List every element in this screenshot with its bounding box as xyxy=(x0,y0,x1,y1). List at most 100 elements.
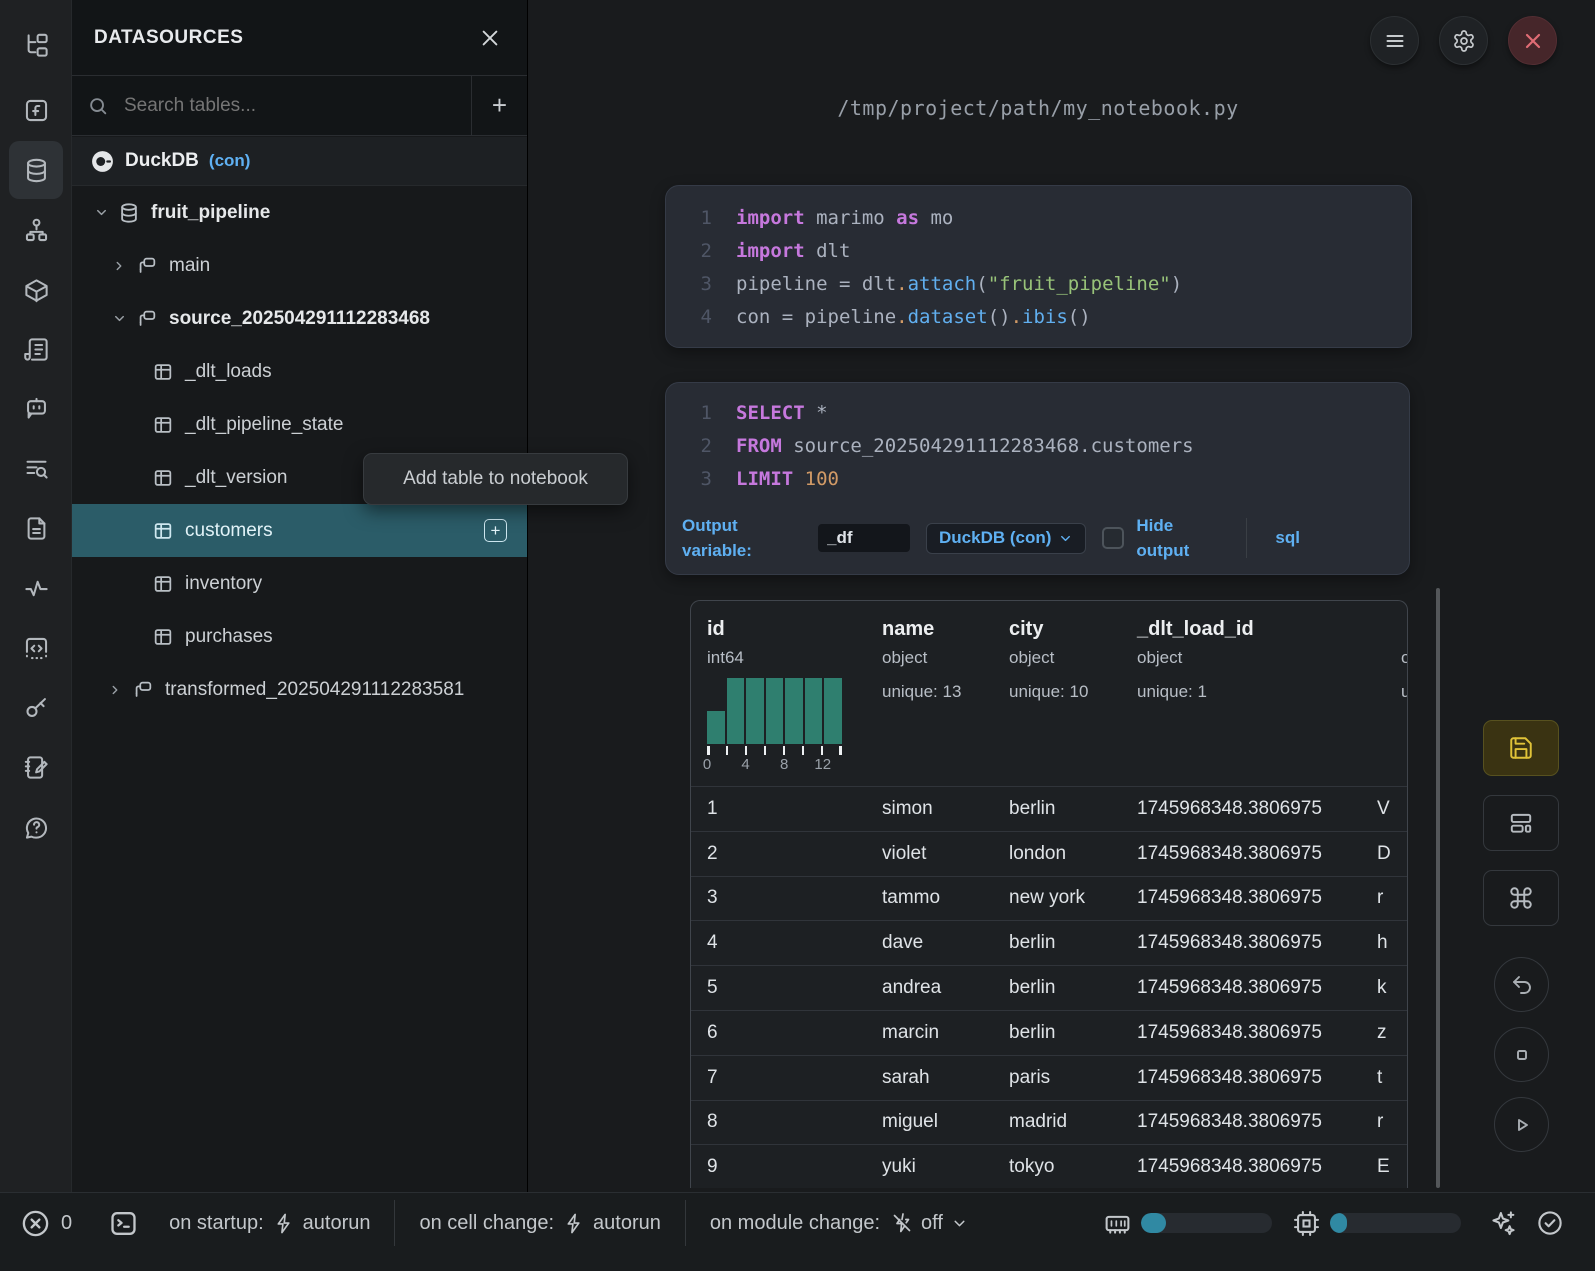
add-table-to-notebook-button[interactable]: + xyxy=(484,519,507,542)
settings-button[interactable] xyxy=(1439,16,1488,65)
errors-icon[interactable] xyxy=(20,1208,51,1239)
table-row[interactable]: 2violetlondon1745968348.3806975D xyxy=(691,831,1407,876)
output-variable-input[interactable] xyxy=(818,524,910,552)
zap-icon xyxy=(273,1212,296,1235)
panel-close-icon[interactable] xyxy=(475,23,505,53)
on-cell-change-setting[interactable]: on cell change: autorun xyxy=(419,1212,660,1235)
tree-table-purchases[interactable]: purchases xyxy=(72,610,527,663)
tree-table-dlt-pipeline-state[interactable]: _dlt_pipeline_state xyxy=(72,398,527,451)
table-row[interactable]: 4daveberlin1745968348.3806975h xyxy=(691,920,1407,965)
line-number: 2 xyxy=(666,435,712,457)
help-icon[interactable] xyxy=(16,807,56,847)
sql-cell-footer: Output variable: DuckDB (con) Hide outpu… xyxy=(666,509,1409,567)
table-search-row: + xyxy=(72,76,527,136)
chevron-right-icon xyxy=(104,683,126,697)
notebook-filename: /tmp/project/path/my_notebook.py xyxy=(528,96,1548,120)
undo-button[interactable] xyxy=(1494,957,1549,1012)
tree-database-fruit-pipeline[interactable]: fruit_pipeline xyxy=(72,186,527,239)
cpu-usage-fill xyxy=(1330,1213,1347,1233)
query-result-table[interactable]: id int64 04812 name object unique: 13 ci… xyxy=(690,600,1408,1188)
statusbar-divider xyxy=(394,1200,395,1246)
output-variable-label: Output variable: xyxy=(682,513,774,564)
line-number: 3 xyxy=(666,273,712,295)
tree-schema-source[interactable]: source_202504291112283468 xyxy=(72,292,527,345)
statusbar-divider xyxy=(685,1200,686,1246)
tracing-icon[interactable] xyxy=(16,568,56,608)
code-line[interactable]: pipeline = dlt.attach("fruit_pipeline") xyxy=(736,273,1182,295)
code-line[interactable]: import dlt xyxy=(736,240,850,262)
database-icon xyxy=(118,202,140,224)
connected-check-icon[interactable] xyxy=(1535,1208,1565,1238)
hide-output-checkbox[interactable] xyxy=(1102,527,1124,549)
scratchpad-icon[interactable] xyxy=(16,747,56,787)
table-row[interactable]: 3tammonew york1745968348.3806975r xyxy=(691,876,1407,921)
file-tree-icon[interactable] xyxy=(16,25,56,65)
chevron-down-icon xyxy=(108,311,130,326)
memory-usage-fill xyxy=(1141,1213,1166,1233)
code-line[interactable]: LIMIT 100 xyxy=(736,468,839,490)
chevron-down-icon xyxy=(951,1215,968,1232)
table-row[interactable]: 6marcinberlin1745968348.3806975z xyxy=(691,1010,1407,1055)
ai-chat-icon[interactable] xyxy=(16,388,56,428)
add-datasource-button[interactable]: + xyxy=(471,76,527,136)
engine-selector-dropdown[interactable]: DuckDB (con) xyxy=(926,523,1086,554)
column-header-id[interactable]: id int64 04812 xyxy=(707,618,882,786)
code-line[interactable]: con = pipeline.dataset().ibis() xyxy=(736,306,1091,328)
tree-schema-main[interactable]: main xyxy=(72,239,527,292)
secrets-icon[interactable] xyxy=(16,687,56,727)
chevron-down-icon xyxy=(1058,531,1073,546)
dependencies-icon[interactable] xyxy=(16,210,56,250)
sql-cell[interactable]: 1SELECT * 2FROM source_20250429111228346… xyxy=(665,382,1410,575)
column-header-name[interactable]: name object unique: 13 xyxy=(882,618,1009,786)
engine-row-duckdb[interactable]: DuckDB (con) xyxy=(72,137,527,186)
code-cell-python[interactable]: 1import marimo as mo 2import dlt 3pipeli… xyxy=(665,185,1412,348)
status-bar: 0 on startup: autorun on cell change: au… xyxy=(0,1192,1595,1271)
engine-connection: (con) xyxy=(209,151,251,171)
tree-table-inventory[interactable]: inventory xyxy=(72,557,527,610)
chevron-down-icon xyxy=(90,205,112,220)
search-logs-icon[interactable] xyxy=(16,448,56,488)
layout-button[interactable] xyxy=(1483,795,1559,851)
terminal-icon[interactable] xyxy=(108,1208,139,1239)
tree-table-dlt-loads[interactable]: _dlt_loads xyxy=(72,345,527,398)
line-number: 4 xyxy=(666,306,712,328)
table-row[interactable]: 9yukitokyo1745968348.3806975E xyxy=(691,1144,1407,1188)
on-startup-setting[interactable]: on startup: autorun xyxy=(169,1212,370,1235)
tree-schema-transformed[interactable]: transformed_202504291112283581 xyxy=(72,663,527,716)
column-header-city[interactable]: city object unique: 10 xyxy=(1009,618,1137,786)
cpu-icon xyxy=(1292,1209,1321,1238)
notebook-scrollbar[interactable] xyxy=(1436,588,1440,1188)
tree-table-customers-selected[interactable]: customers + xyxy=(72,504,527,557)
logs-icon[interactable] xyxy=(16,329,56,369)
code-line[interactable]: import marimo as mo xyxy=(736,207,953,229)
line-number: 3 xyxy=(666,468,712,490)
schema-icon xyxy=(132,679,154,701)
table-icon xyxy=(152,573,174,595)
menu-button[interactable] xyxy=(1370,16,1419,65)
datasources-icon[interactable] xyxy=(16,150,56,190)
stop-button[interactable] xyxy=(1494,1027,1549,1082)
documentation-icon[interactable] xyxy=(16,508,56,548)
run-button[interactable] xyxy=(1494,1097,1549,1152)
close-app-button[interactable] xyxy=(1508,16,1557,65)
command-palette-button[interactable] xyxy=(1483,870,1559,926)
ai-sparkles-icon[interactable] xyxy=(1489,1208,1519,1238)
code-line[interactable]: FROM source_202504291112283468.customers xyxy=(736,435,1194,457)
search-input[interactable] xyxy=(124,95,471,117)
table-row[interactable]: 1simonberlin1745968348.3806975V xyxy=(691,786,1407,831)
save-button[interactable] xyxy=(1483,720,1559,776)
column-header-dlt-load-id[interactable]: _dlt_load_id object unique: 1 xyxy=(1137,618,1377,786)
table-row[interactable]: 5andreaberlin1745968348.3806975k xyxy=(691,965,1407,1010)
gear-icon xyxy=(1452,29,1476,53)
close-icon xyxy=(1521,29,1545,53)
on-module-change-setting[interactable]: on module change: off xyxy=(710,1211,968,1235)
functions-icon[interactable] xyxy=(16,90,56,130)
packages-icon[interactable] xyxy=(16,270,56,310)
panel-header: DATASOURCES xyxy=(72,0,527,76)
chevron-right-icon xyxy=(108,259,130,273)
table-row[interactable]: 8miguelmadrid1745968348.3806975r xyxy=(691,1100,1407,1145)
table-row[interactable]: 7sarahparis1745968348.3806975t xyxy=(691,1055,1407,1100)
snippets-icon[interactable] xyxy=(16,628,56,668)
memory-usage-meter xyxy=(1141,1213,1272,1233)
code-line[interactable]: SELECT * xyxy=(736,402,828,424)
